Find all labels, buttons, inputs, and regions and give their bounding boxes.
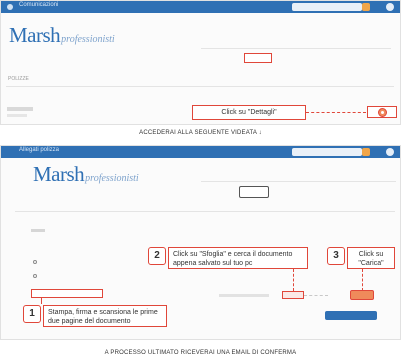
step2-badge: 2: [148, 247, 166, 265]
policy-sub-label: [7, 114, 27, 117]
search-input[interactable]: [292, 3, 362, 11]
radio-option-1[interactable]: [33, 260, 37, 264]
logo-2: Marshprofessionisti: [33, 162, 139, 186]
top-bar: Comunicazioni: [1, 1, 400, 13]
user-icon-2[interactable]: [386, 148, 394, 156]
radio-option-2[interactable]: [33, 274, 37, 278]
carica-button[interactable]: [350, 290, 374, 300]
user-icon[interactable]: [386, 3, 394, 11]
caption-next-screen: ACCEDERAI ALLA SEGUENTE VIDEATA ↓: [139, 130, 262, 136]
file-label: [219, 294, 269, 297]
notification-icon[interactable]: [7, 4, 13, 10]
callout-dettagli: Click su "Dettagli": [192, 105, 306, 120]
file-name-field: [304, 295, 328, 296]
divider: [6, 86, 394, 87]
form-label: [31, 229, 45, 232]
step3-callout: Click su "Carica": [347, 247, 395, 269]
divider-2: [15, 211, 395, 212]
step3-connector: [362, 269, 363, 291]
dettagli-button[interactable]: [367, 106, 397, 118]
top-bar-2: Allegati polizza: [1, 146, 400, 158]
step1-connector: [41, 298, 42, 304]
nav-tab-active[interactable]: [239, 186, 269, 198]
submit-button[interactable]: [325, 311, 377, 320]
search-icon[interactable]: [362, 3, 370, 11]
step1-badge: 1: [23, 305, 41, 323]
gear-icon: [378, 108, 387, 117]
caption-confirmation: A PROCESSO ULTIMATO RICEVERAI UNA EMAIL …: [104, 350, 297, 356]
section-label: POLIZZE: [8, 76, 29, 82]
screenshot-dettagli: Comunicazioni Marshprofessionisti POLIZZ…: [0, 0, 401, 125]
callout-connector: [306, 112, 366, 113]
step2-connector: [293, 269, 294, 291]
nav-bar-2: [201, 181, 396, 182]
step3-badge: 3: [327, 247, 345, 265]
policy-label: [7, 107, 33, 111]
screenshot-allegati: Allegati polizza Marshprofessionisti 1 S…: [0, 145, 401, 340]
search-input-2[interactable]: [292, 148, 362, 156]
window-title: Comunicazioni: [19, 2, 59, 8]
sfoglia-button[interactable]: [282, 291, 304, 299]
nav-bar: [201, 48, 391, 49]
search-icon-2[interactable]: [362, 148, 370, 156]
nav-tab-polizze[interactable]: [244, 53, 272, 63]
step1-callout: Stampa, firma e scansiona le prime due p…: [43, 305, 167, 327]
logo: Marshprofessionisti: [9, 23, 115, 47]
window-title-2: Allegati polizza: [19, 147, 60, 153]
step2-callout: Click su "Sfoglia" e cerca il documento …: [168, 247, 308, 269]
document-field[interactable]: [31, 289, 103, 298]
